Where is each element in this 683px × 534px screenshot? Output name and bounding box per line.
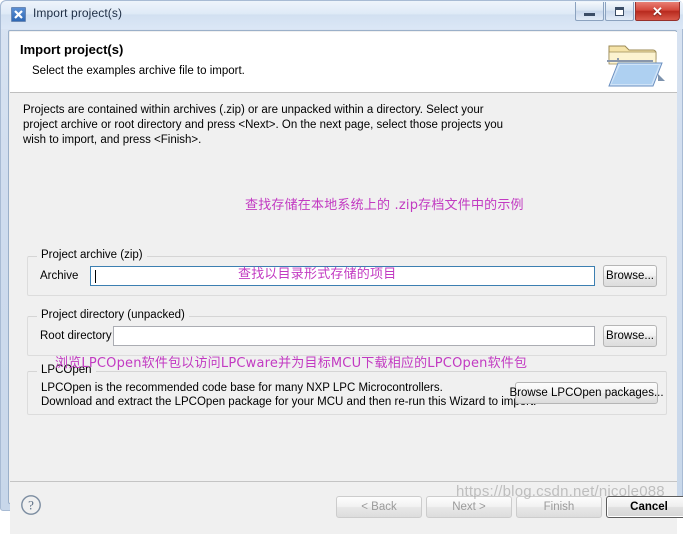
annotation-lpcopen: 浏览LPCOpen软件包以访问LPCware并为目标MCU下载相应的LPCOpe…	[55, 356, 528, 371]
window-controls: ✕	[575, 2, 680, 21]
intro-line-3: wish to import, and press <Finish>.	[23, 134, 202, 146]
annotation-archive: 查找存储在本地系统上的 .zip存档文件中的示例	[245, 198, 524, 213]
root-directory-field-label: Root directory	[40, 330, 112, 342]
import-folder-icon	[603, 34, 669, 90]
minimize-button[interactable]	[575, 2, 604, 21]
watermark: https://blog.csdn.net/nicole088	[456, 483, 665, 500]
root-directory-input[interactable]	[113, 326, 595, 346]
page-subtitle: Select the examples archive file to impo…	[32, 65, 245, 77]
wizard-header: Import project(s) Select the examples ar…	[10, 32, 677, 93]
import-wizard-dialog: Import project(s) Select the examples ar…	[8, 30, 683, 534]
group-project-archive-legend: Project archive (zip)	[37, 249, 147, 261]
page-title: Import project(s)	[20, 42, 124, 57]
lpcopen-description: LPCOpen is the recommended code base for…	[41, 381, 536, 409]
archive-field-label: Archive	[40, 270, 79, 282]
maximize-icon	[615, 6, 624, 16]
eclipse-wizard-icon	[11, 7, 26, 22]
window-titlebar[interactable]: Import project(s) ✕	[1, 1, 683, 29]
minimize-icon	[584, 12, 595, 16]
lpcopen-line-2: Download and extract the LPCOpen package…	[41, 396, 537, 408]
root-directory-browse-button[interactable]: Browse...	[603, 325, 657, 347]
text-caret	[95, 270, 96, 283]
intro-line-2: project archive or root directory and pr…	[23, 119, 504, 131]
intro-text: Projects are contained within archives (…	[23, 103, 663, 148]
browse-lpcopen-packages-button[interactable]: Browse LPCOpen packages...	[509, 382, 664, 404]
group-project-directory-legend: Project directory (unpacked)	[37, 309, 189, 321]
lpcopen-line-1: LPCOpen is the recommended code base for…	[41, 382, 443, 394]
svg-text:?: ?	[28, 498, 34, 513]
back-button[interactable]: < Back	[336, 496, 422, 518]
intro-line-1: Projects are contained within archives (…	[23, 104, 484, 116]
close-button[interactable]: ✕	[635, 2, 680, 21]
group-lpcopen: LPCOpen LPCOpen is the recommended code …	[27, 364, 667, 415]
group-project-directory: Project directory (unpacked) Root direct…	[27, 309, 667, 356]
dialog-window: Import project(s) ✕ Import project(s) Se…	[0, 0, 683, 534]
maximize-button[interactable]	[605, 2, 634, 21]
close-icon: ✕	[652, 3, 663, 19]
archive-browse-button[interactable]: Browse...	[603, 265, 657, 287]
window-title: Import project(s)	[33, 6, 123, 20]
help-icon[interactable]: ?	[20, 494, 42, 516]
annotation-root-directory: 查找以目录形式存储的项目	[238, 267, 397, 282]
wizard-page-content: Projects are contained within archives (…	[10, 93, 677, 481]
